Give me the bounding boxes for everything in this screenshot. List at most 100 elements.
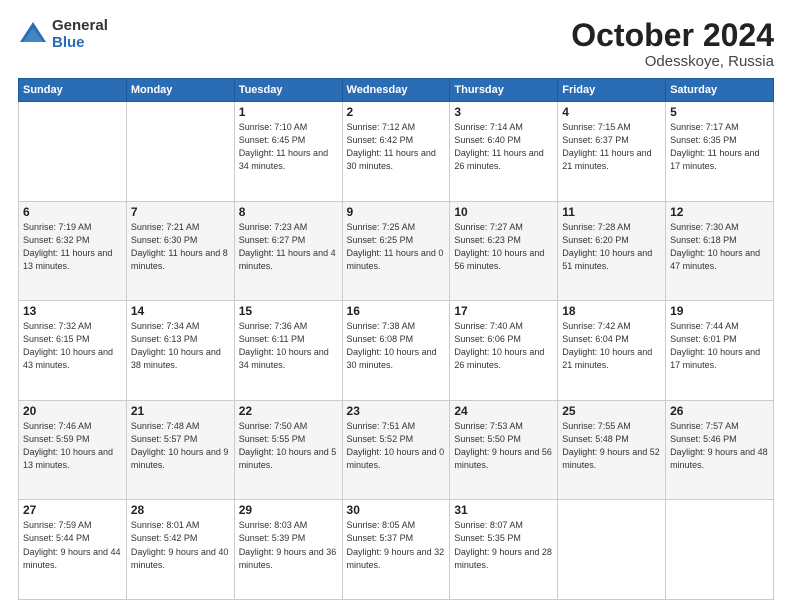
day-number: 18 bbox=[562, 304, 661, 318]
calendar-cell-w2-d0: 6 Sunrise: 7:19 AM Sunset: 6:32 PM Daylig… bbox=[19, 201, 127, 301]
day-number: 21 bbox=[131, 404, 230, 418]
day-info: Sunrise: 8:03 AM Sunset: 5:39 PM Dayligh… bbox=[239, 519, 338, 571]
day-info: Sunrise: 7:46 AM Sunset: 5:59 PM Dayligh… bbox=[23, 420, 122, 472]
page: General Blue October 2024 Odesskoye, Rus… bbox=[0, 0, 792, 612]
day-number: 26 bbox=[670, 404, 769, 418]
calendar-cell-w3-d0: 13 Sunrise: 7:32 AM Sunset: 6:15 PM Dayli… bbox=[19, 301, 127, 401]
day-number: 12 bbox=[670, 205, 769, 219]
day-number: 17 bbox=[454, 304, 553, 318]
week-row-2: 6 Sunrise: 7:19 AM Sunset: 6:32 PM Daylig… bbox=[19, 201, 774, 301]
calendar-cell-w3-d4: 17 Sunrise: 7:40 AM Sunset: 6:06 PM Dayli… bbox=[450, 301, 558, 401]
calendar-cell-w5-d5 bbox=[558, 500, 666, 600]
day-info: Sunrise: 8:07 AM Sunset: 5:35 PM Dayligh… bbox=[454, 519, 553, 571]
day-info: Sunrise: 7:34 AM Sunset: 6:13 PM Dayligh… bbox=[131, 320, 230, 372]
col-tuesday: Tuesday bbox=[234, 79, 342, 102]
day-number: 9 bbox=[347, 205, 446, 219]
calendar-cell-w4-d4: 24 Sunrise: 7:53 AM Sunset: 5:50 PM Dayli… bbox=[450, 400, 558, 500]
day-info: Sunrise: 7:15 AM Sunset: 6:37 PM Dayligh… bbox=[562, 121, 661, 173]
day-info: Sunrise: 7:55 AM Sunset: 5:48 PM Dayligh… bbox=[562, 420, 661, 472]
title-block: October 2024 Odesskoye, Russia bbox=[571, 18, 774, 70]
day-info: Sunrise: 7:59 AM Sunset: 5:44 PM Dayligh… bbox=[23, 519, 122, 571]
logo: General Blue bbox=[18, 18, 108, 51]
logo-blue-text: Blue bbox=[52, 35, 108, 52]
calendar-cell-w4-d2: 22 Sunrise: 7:50 AM Sunset: 5:55 PM Dayli… bbox=[234, 400, 342, 500]
day-info: Sunrise: 7:40 AM Sunset: 6:06 PM Dayligh… bbox=[454, 320, 553, 372]
day-info: Sunrise: 7:50 AM Sunset: 5:55 PM Dayligh… bbox=[239, 420, 338, 472]
day-info: Sunrise: 7:32 AM Sunset: 6:15 PM Dayligh… bbox=[23, 320, 122, 372]
calendar-cell-w4-d1: 21 Sunrise: 7:48 AM Sunset: 5:57 PM Dayli… bbox=[126, 400, 234, 500]
day-number: 15 bbox=[239, 304, 338, 318]
calendar-cell-w3-d5: 18 Sunrise: 7:42 AM Sunset: 6:04 PM Dayli… bbox=[558, 301, 666, 401]
day-info: Sunrise: 7:48 AM Sunset: 5:57 PM Dayligh… bbox=[131, 420, 230, 472]
day-info: Sunrise: 7:28 AM Sunset: 6:20 PM Dayligh… bbox=[562, 221, 661, 273]
day-number: 6 bbox=[23, 205, 122, 219]
day-number: 29 bbox=[239, 503, 338, 517]
day-info: Sunrise: 7:36 AM Sunset: 6:11 PM Dayligh… bbox=[239, 320, 338, 372]
calendar-cell-w1-d6: 5Sunrise: 7:17 AM Sunset: 6:35 PM Daylig… bbox=[666, 102, 774, 202]
calendar-cell-w3-d6: 19 Sunrise: 7:44 AM Sunset: 6:01 PM Dayli… bbox=[666, 301, 774, 401]
day-info: Sunrise: 7:25 AM Sunset: 6:25 PM Dayligh… bbox=[347, 221, 446, 273]
day-number: 11 bbox=[562, 205, 661, 219]
day-number: 25 bbox=[562, 404, 661, 418]
day-number: 5 bbox=[670, 105, 769, 119]
calendar-cell-w2-d3: 9 Sunrise: 7:25 AM Sunset: 6:25 PM Daylig… bbox=[342, 201, 450, 301]
day-number: 22 bbox=[239, 404, 338, 418]
calendar-cell-w2-d4: 10 Sunrise: 7:27 AM Sunset: 6:23 PM Dayli… bbox=[450, 201, 558, 301]
col-sunday: Sunday bbox=[19, 79, 127, 102]
day-info: Sunrise: 7:19 AM Sunset: 6:32 PM Dayligh… bbox=[23, 221, 122, 273]
day-info: Sunrise: 7:42 AM Sunset: 6:04 PM Dayligh… bbox=[562, 320, 661, 372]
day-number: 10 bbox=[454, 205, 553, 219]
col-friday: Friday bbox=[558, 79, 666, 102]
day-info: Sunrise: 7:21 AM Sunset: 6:30 PM Dayligh… bbox=[131, 221, 230, 273]
calendar-cell-w1-d3: 2Sunrise: 7:12 AM Sunset: 6:42 PM Daylig… bbox=[342, 102, 450, 202]
day-number: 19 bbox=[670, 304, 769, 318]
calendar-cell-w1-d2: 1 Sunrise: 7:10 AM Sunset: 6:45 PM Daylig… bbox=[234, 102, 342, 202]
calendar-cell-w4-d3: 23 Sunrise: 7:51 AM Sunset: 5:52 PM Dayli… bbox=[342, 400, 450, 500]
calendar-cell-w5-d2: 29 Sunrise: 8:03 AM Sunset: 5:39 PM Dayli… bbox=[234, 500, 342, 600]
day-number: 8 bbox=[239, 205, 338, 219]
day-number: 27 bbox=[23, 503, 122, 517]
logo-icon bbox=[18, 20, 48, 50]
col-wednesday: Wednesday bbox=[342, 79, 450, 102]
calendar-cell-w4-d0: 20 Sunrise: 7:46 AM Sunset: 5:59 PM Dayli… bbox=[19, 400, 127, 500]
day-info: Sunrise: 7:57 AM Sunset: 5:46 PM Dayligh… bbox=[670, 420, 769, 472]
day-info: Sunrise: 7:14 AM Sunset: 6:40 PM Dayligh… bbox=[454, 121, 553, 173]
calendar-cell-w3-d3: 16Sunrise: 7:38 AM Sunset: 6:08 PM Dayli… bbox=[342, 301, 450, 401]
calendar-cell-w5-d6 bbox=[666, 500, 774, 600]
day-info: Sunrise: 7:10 AM Sunset: 6:45 PM Dayligh… bbox=[239, 121, 338, 173]
day-number: 3 bbox=[454, 105, 553, 119]
week-row-5: 27 Sunrise: 7:59 AM Sunset: 5:44 PM Dayli… bbox=[19, 500, 774, 600]
calendar-header-row: Sunday Monday Tuesday Wednesday Thursday… bbox=[19, 79, 774, 102]
day-number: 7 bbox=[131, 205, 230, 219]
day-info: Sunrise: 7:38 AM Sunset: 6:08 PM Dayligh… bbox=[347, 320, 446, 372]
calendar-cell-w1-d1 bbox=[126, 102, 234, 202]
day-info: Sunrise: 7:53 AM Sunset: 5:50 PM Dayligh… bbox=[454, 420, 553, 472]
day-number: 20 bbox=[23, 404, 122, 418]
day-number: 4 bbox=[562, 105, 661, 119]
calendar-cell-w1-d0 bbox=[19, 102, 127, 202]
calendar-cell-w1-d4: 3 Sunrise: 7:14 AM Sunset: 6:40 PM Daylig… bbox=[450, 102, 558, 202]
calendar-cell-w2-d1: 7 Sunrise: 7:21 AM Sunset: 6:30 PM Daylig… bbox=[126, 201, 234, 301]
day-info: Sunrise: 7:27 AM Sunset: 6:23 PM Dayligh… bbox=[454, 221, 553, 273]
day-info: Sunrise: 7:30 AM Sunset: 6:18 PM Dayligh… bbox=[670, 221, 769, 273]
day-info: Sunrise: 7:12 AM Sunset: 6:42 PM Dayligh… bbox=[347, 121, 446, 173]
day-number: 24 bbox=[454, 404, 553, 418]
week-row-4: 20 Sunrise: 7:46 AM Sunset: 5:59 PM Dayli… bbox=[19, 400, 774, 500]
calendar-cell-w2-d2: 8Sunrise: 7:23 AM Sunset: 6:27 PM Daylig… bbox=[234, 201, 342, 301]
logo-text: General Blue bbox=[52, 18, 108, 51]
day-number: 28 bbox=[131, 503, 230, 517]
day-info: Sunrise: 8:05 AM Sunset: 5:37 PM Dayligh… bbox=[347, 519, 446, 571]
day-number: 31 bbox=[454, 503, 553, 517]
col-thursday: Thursday bbox=[450, 79, 558, 102]
day-info: Sunrise: 8:01 AM Sunset: 5:42 PM Dayligh… bbox=[131, 519, 230, 571]
header: General Blue October 2024 Odesskoye, Rus… bbox=[18, 18, 774, 70]
day-number: 23 bbox=[347, 404, 446, 418]
day-number: 13 bbox=[23, 304, 122, 318]
calendar-cell-w5-d1: 28 Sunrise: 8:01 AM Sunset: 5:42 PM Dayli… bbox=[126, 500, 234, 600]
day-info: Sunrise: 7:44 AM Sunset: 6:01 PM Dayligh… bbox=[670, 320, 769, 372]
location: Odesskoye, Russia bbox=[571, 53, 774, 70]
day-number: 1 bbox=[239, 105, 338, 119]
calendar-cell-w1-d5: 4 Sunrise: 7:15 AM Sunset: 6:37 PM Daylig… bbox=[558, 102, 666, 202]
day-info: Sunrise: 7:51 AM Sunset: 5:52 PM Dayligh… bbox=[347, 420, 446, 472]
day-number: 14 bbox=[131, 304, 230, 318]
